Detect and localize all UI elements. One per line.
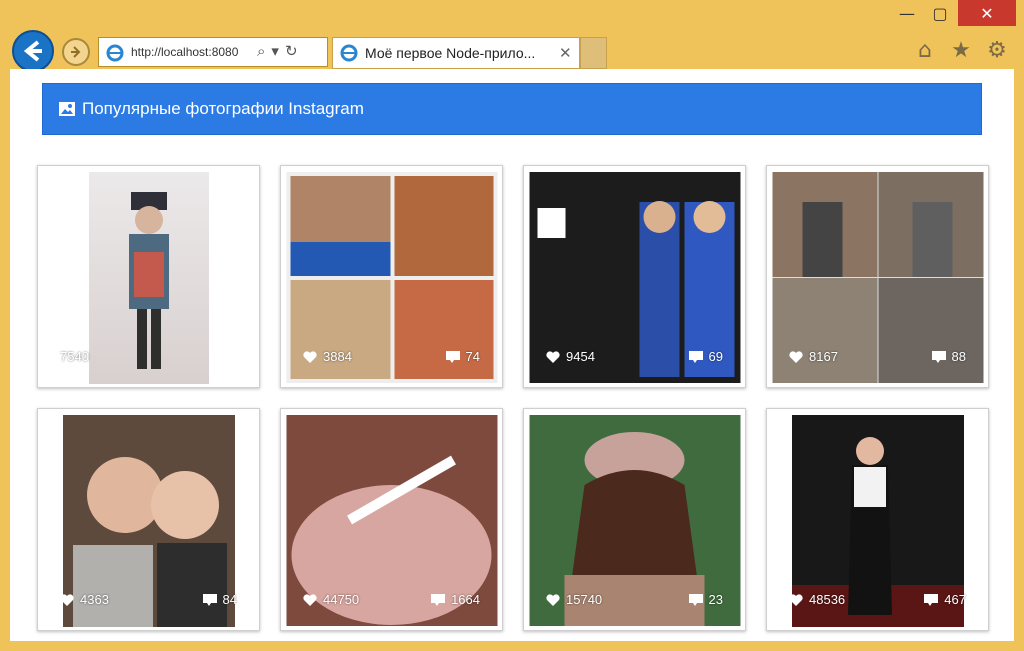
comments-count: 467 (924, 592, 966, 607)
heart-icon (60, 593, 74, 606)
heart-icon (789, 350, 803, 363)
tab-label: Моё первое Node-прило... (365, 45, 536, 61)
forward-button[interactable] (62, 38, 90, 66)
tab-current[interactable]: Моё первое Node-прило... ✕ (332, 37, 580, 69)
heart-icon (303, 593, 317, 606)
search-icon[interactable]: ⌕ (257, 42, 265, 60)
photo-card[interactable]: 15740 23 (523, 408, 746, 631)
photo-card[interactable]: 8167 88 (766, 165, 989, 388)
ie-icon (340, 44, 358, 62)
heart-icon (546, 350, 560, 363)
star-icon[interactable]: ★ (948, 38, 974, 63)
comment-icon (431, 593, 446, 606)
comments-count: 23 (688, 592, 723, 607)
heart-icon (546, 593, 560, 606)
dropdown-icon[interactable]: ▾ (271, 42, 279, 60)
page-title: Популярные фотографии Instagram (82, 99, 364, 118)
comments-count: 1664 (431, 592, 480, 607)
comment-icon (688, 350, 703, 363)
likes-count: 7540 (60, 349, 89, 364)
photo-card[interactable]: 3884 74 (280, 165, 503, 388)
heart-icon (789, 593, 803, 606)
heart-icon (303, 350, 317, 363)
arrow-left-icon (23, 40, 42, 62)
comments-count (217, 350, 237, 364)
comment-icon (202, 593, 217, 606)
page-header: Популярные фотографии Instagram (42, 83, 982, 135)
likes-count: 9454 (546, 349, 595, 364)
address-input[interactable]: http://localhost:8080 (131, 45, 251, 59)
photo-card[interactable]: 44750 1664 (280, 408, 503, 631)
browser-window: — ▢ ✕ http://localhost:8080 ⌕ ▾ ↻ Моё пе… (0, 0, 1024, 651)
photo-card[interactable]: 9454 69 (523, 165, 746, 388)
new-tab-button[interactable] (580, 37, 607, 69)
likes-count: 15740 (546, 592, 602, 607)
photo-card[interactable]: 48536 467 (766, 408, 989, 631)
likes-count: 44750 (303, 592, 359, 607)
page-content: Популярные фотографии Instagram 7540 388… (10, 69, 1014, 641)
ie-icon (106, 44, 124, 62)
back-button[interactable] (12, 30, 54, 72)
photo-card[interactable]: 7540 (37, 165, 260, 388)
photo-card[interactable]: 4363 84 (37, 408, 260, 631)
home-icon[interactable]: ⌂ (912, 38, 938, 63)
comment-icon (688, 593, 703, 606)
picture-icon (59, 102, 75, 116)
comment-icon (445, 350, 460, 363)
comments-count: 74 (445, 349, 480, 364)
comment-icon (924, 593, 939, 606)
comments-count: 84 (202, 592, 237, 607)
comments-count: 88 (931, 349, 966, 364)
comments-count: 69 (688, 349, 723, 364)
likes-count: 48536 (789, 592, 845, 607)
likes-count: 4363 (60, 592, 109, 607)
likes-count: 8167 (789, 349, 838, 364)
refresh-icon[interactable]: ↻ (285, 42, 298, 60)
tab-close-icon[interactable]: ✕ (559, 44, 572, 62)
photo[interactable] (88, 172, 209, 384)
address-bar[interactable]: http://localhost:8080 ⌕ ▾ ↻ (98, 37, 328, 67)
arrow-right-icon (71, 46, 81, 58)
likes-count: 3884 (303, 349, 352, 364)
gear-icon[interactable]: ⚙ (984, 38, 1010, 63)
comment-icon (931, 350, 946, 363)
close-button[interactable]: ✕ (958, 0, 1016, 26)
comment-icon (217, 351, 231, 363)
person-figure (128, 192, 169, 369)
